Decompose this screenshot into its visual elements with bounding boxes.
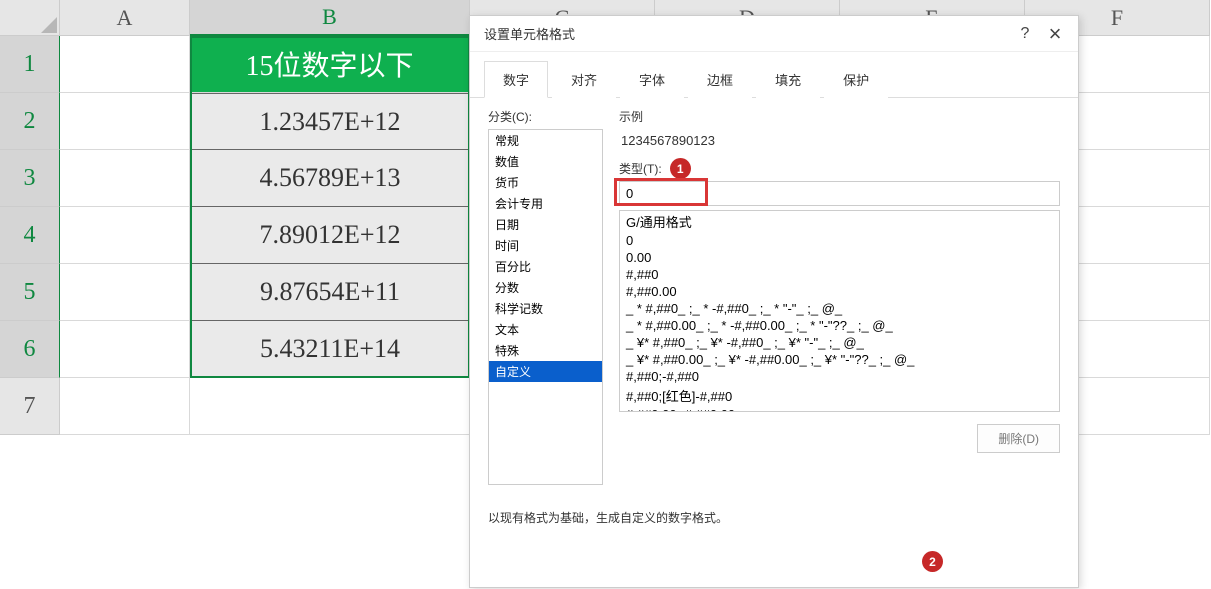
row-header-1[interactable]: 1 — [0, 36, 60, 93]
tab-3[interactable]: 边框 — [688, 61, 752, 98]
format-item-11[interactable]: #,##0.00;-#,##0.00 — [620, 406, 1059, 412]
annotation-badge-1: 1 — [670, 158, 691, 179]
format-item-7[interactable]: _ ¥* #,##0_ ;_ ¥* -#,##0_ ;_ ¥* "-"_ ;_ … — [620, 334, 1059, 351]
tab-1[interactable]: 对齐 — [552, 61, 616, 98]
category-item-0[interactable]: 常规 — [489, 130, 602, 151]
format-list[interactable]: G/通用格式00.00#,##0#,##0.00_ * #,##0_ ;_ * … — [619, 210, 1060, 412]
cell-B7[interactable] — [190, 378, 470, 435]
format-item-9[interactable]: #,##0;-#,##0 — [620, 368, 1059, 385]
row-header-7[interactable]: 7 — [0, 378, 60, 435]
dialog-tabs: 数字对齐字体边框填充保护 — [470, 52, 1078, 98]
tab-0[interactable]: 数字 — [484, 61, 548, 98]
hint-text: 以现有格式为基础，生成自定义的数字格式。 — [470, 495, 1078, 540]
category-item-1[interactable]: 数值 — [489, 151, 602, 172]
row-header-3[interactable]: 3 — [0, 150, 60, 207]
category-item-11[interactable]: 自定义 — [489, 361, 602, 382]
cell-A3[interactable] — [60, 150, 190, 207]
category-item-5[interactable]: 时间 — [489, 235, 602, 256]
select-all-corner[interactable] — [0, 0, 60, 36]
cell-A7[interactable] — [60, 378, 190, 435]
format-item-6[interactable]: _ * #,##0.00_ ;_ * -#,##0.00_ ;_ * "-"??… — [620, 317, 1059, 334]
format-item-0[interactable]: G/通用格式 — [620, 211, 1059, 232]
format-item-2[interactable]: 0.00 — [620, 249, 1059, 266]
category-item-4[interactable]: 日期 — [489, 214, 602, 235]
column-header-A[interactable]: A — [60, 0, 190, 36]
column-header-B[interactable]: B — [190, 0, 470, 36]
row-header-5[interactable]: 5 — [0, 264, 60, 321]
row-header-4[interactable]: 4 — [0, 207, 60, 264]
row-header-6[interactable]: 6 — [0, 321, 60, 378]
cell-B6[interactable]: 5.43211E+14 — [190, 321, 470, 378]
cell-A4[interactable] — [60, 207, 190, 264]
category-item-10[interactable]: 特殊 — [489, 340, 602, 361]
type-input[interactable] — [619, 181, 1060, 206]
cell-A1[interactable] — [60, 36, 190, 93]
format-cells-dialog: 设置单元格格式 ? × 数字对齐字体边框填充保护 分类(C): 常规数值货币会计… — [469, 15, 1079, 588]
dialog-titlebar[interactable]: 设置单元格格式 ? × — [470, 16, 1078, 52]
cell-B2[interactable]: 1.23457E+12 — [190, 93, 470, 150]
category-item-3[interactable]: 会计专用 — [489, 193, 602, 214]
cell-B3[interactable]: 4.56789E+13 — [190, 150, 470, 207]
category-item-6[interactable]: 百分比 — [489, 256, 602, 277]
type-label: 类型(T): — [619, 160, 662, 177]
cell-B1[interactable]: 15位数字以下 — [190, 36, 470, 93]
tab-5[interactable]: 保护 — [824, 61, 888, 98]
cell-A2[interactable] — [60, 93, 190, 150]
category-label: 分类(C): — [488, 108, 603, 125]
category-item-8[interactable]: 科学记数 — [489, 298, 602, 319]
cell-B4[interactable]: 7.89012E+12 — [190, 207, 470, 264]
category-item-7[interactable]: 分数 — [489, 277, 602, 298]
sample-label: 示例 — [619, 108, 1060, 125]
format-item-8[interactable]: _ ¥* #,##0.00_ ;_ ¥* -#,##0.00_ ;_ ¥* "-… — [620, 351, 1059, 368]
select-all-triangle-icon — [41, 17, 57, 33]
row-headers-column: 1234567 — [0, 36, 60, 435]
tab-4[interactable]: 填充 — [756, 61, 820, 98]
tab-2[interactable]: 字体 — [620, 61, 684, 98]
dialog-title: 设置单元格格式 — [484, 24, 1010, 43]
format-item-3[interactable]: #,##0 — [620, 266, 1059, 283]
format-item-1[interactable]: 0 — [620, 232, 1059, 249]
category-item-9[interactable]: 文本 — [489, 319, 602, 340]
help-button[interactable]: ? — [1010, 20, 1040, 48]
row-header-2[interactable]: 2 — [0, 93, 60, 150]
annotation-badge-2: 2 — [922, 551, 943, 572]
delete-button[interactable]: 删除(D) — [977, 424, 1060, 453]
cell-B5[interactable]: 9.87654E+11 — [190, 264, 470, 321]
category-item-2[interactable]: 货币 — [489, 172, 602, 193]
format-item-10[interactable]: #,##0;[红色]-#,##0 — [620, 385, 1059, 406]
format-item-5[interactable]: _ * #,##0_ ;_ * -#,##0_ ;_ * "-"_ ;_ @_ — [620, 300, 1059, 317]
category-list[interactable]: 常规数值货币会计专用日期时间百分比分数科学记数文本特殊自定义 — [488, 129, 603, 485]
sample-value: 1234567890123 — [619, 129, 1060, 158]
cell-A6[interactable] — [60, 321, 190, 378]
close-button[interactable]: × — [1040, 20, 1070, 48]
cell-A5[interactable] — [60, 264, 190, 321]
format-item-4[interactable]: #,##0.00 — [620, 283, 1059, 300]
